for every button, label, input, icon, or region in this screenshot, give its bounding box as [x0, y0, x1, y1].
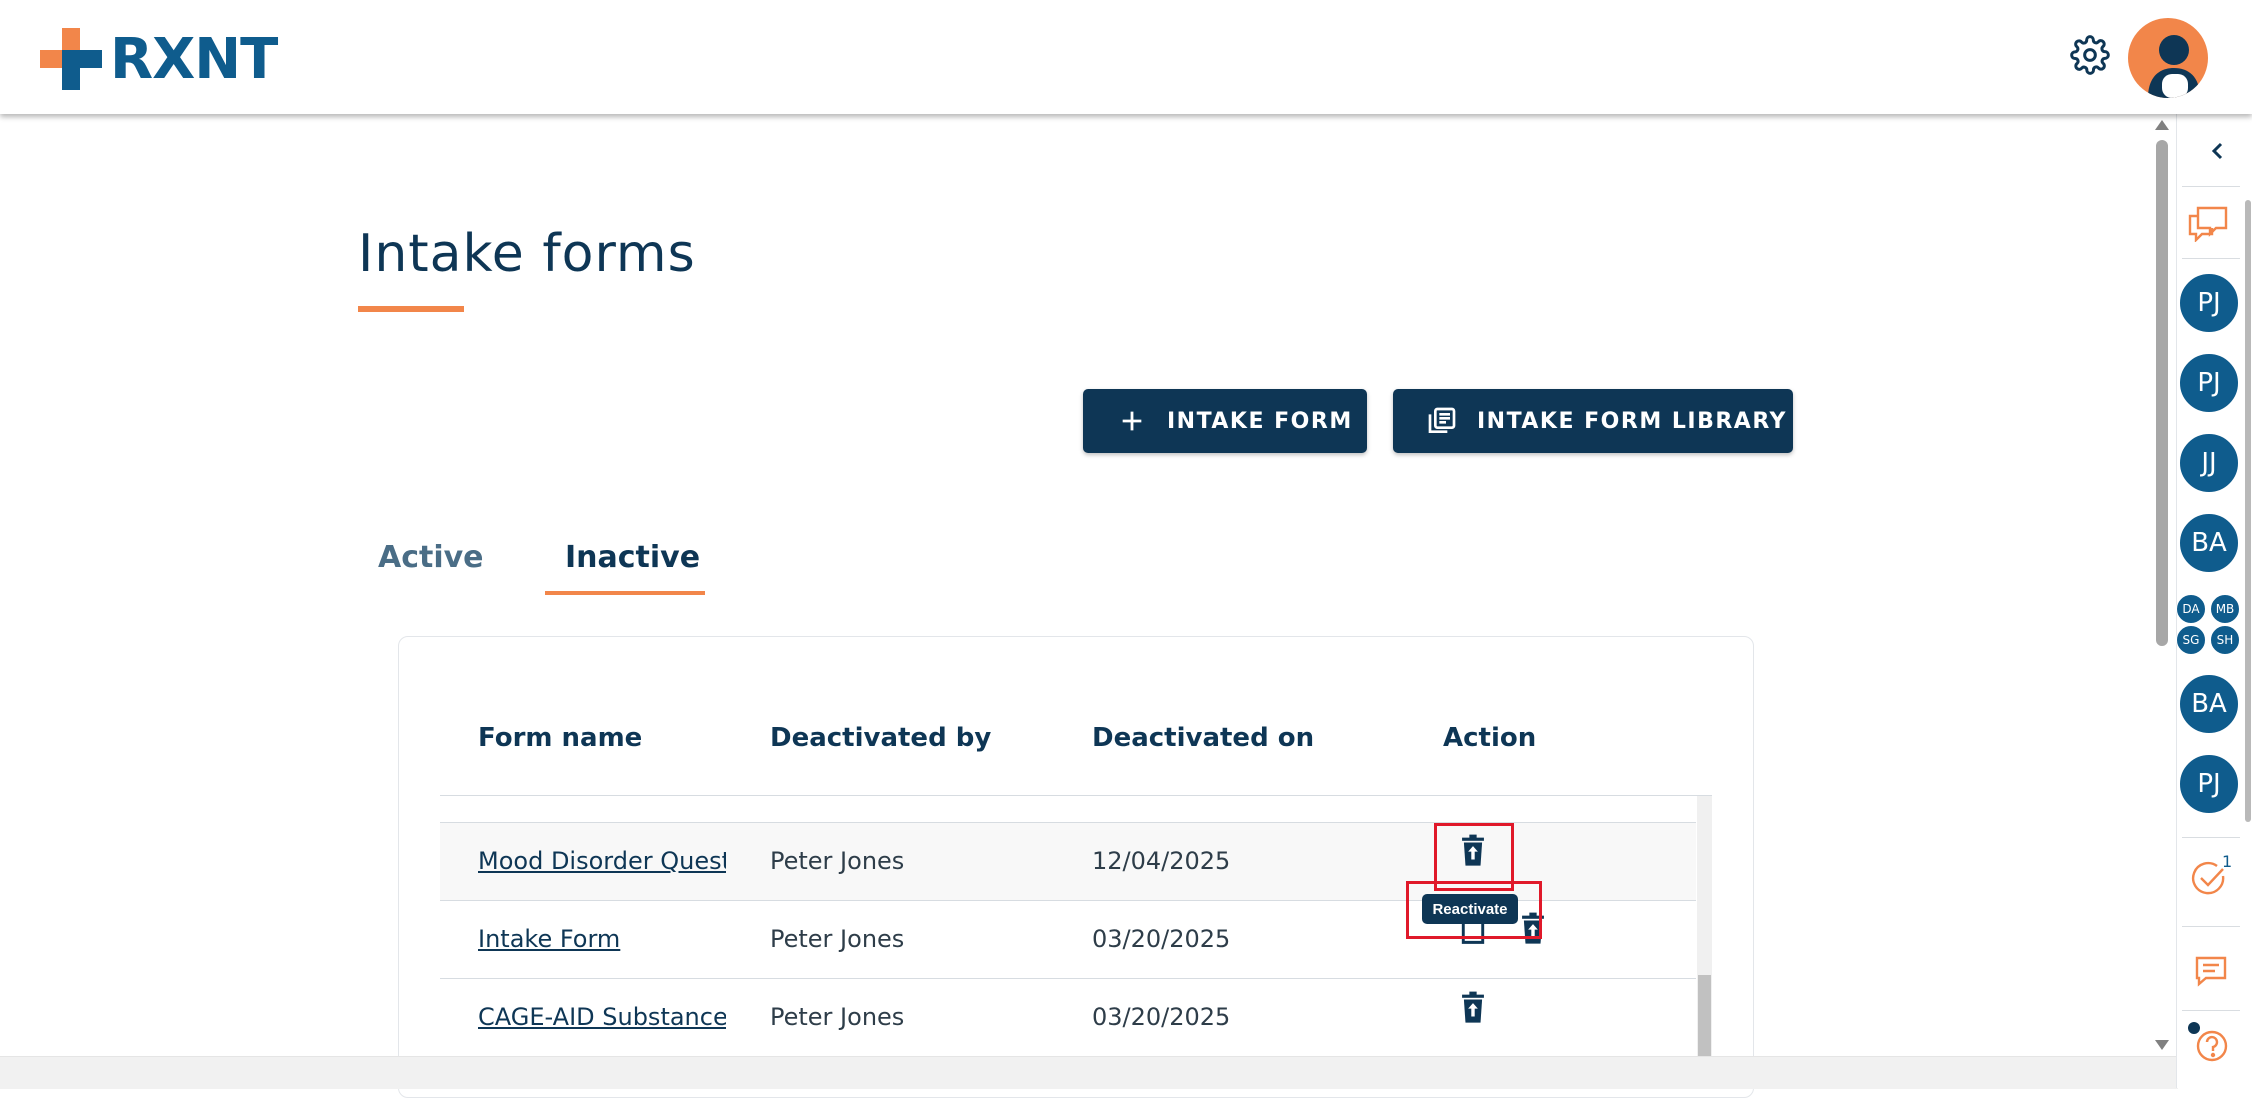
add-intake-form-button[interactable]: INTAKE FORM	[1083, 389, 1367, 453]
group-avatar[interactable]: MB	[2210, 594, 2240, 624]
column-header-action: Action	[1443, 723, 1537, 753]
tab-active[interactable]: Active	[378, 540, 484, 575]
horizontal-scrollbar[interactable]	[0, 1056, 2178, 1089]
chat-avatar[interactable]: PJ	[2178, 352, 2240, 414]
scroll-down-arrow-icon[interactable]	[2155, 1040, 2169, 1050]
deactivated-by-cell: Peter Jones	[770, 925, 905, 953]
deactivated-by-cell: Peter Jones	[770, 1003, 905, 1031]
group-avatar[interactable]: SG	[2176, 625, 2206, 655]
table-scrollbar-thumb[interactable]	[1698, 975, 1711, 1059]
rail-divider	[2182, 926, 2240, 927]
chat-bubbles-icon[interactable]	[2186, 202, 2230, 242]
rail-scrollbar-thumb[interactable]	[2245, 200, 2251, 822]
page-scrollbar-thumb[interactable]	[2156, 140, 2168, 646]
column-header-deactivated-on[interactable]: Deactivated on	[1092, 723, 1314, 753]
intake-form-library-label: INTAKE FORM LIBRARY	[1477, 408, 1787, 434]
tab-selected-indicator	[545, 591, 705, 595]
reactivate-icon[interactable]	[1458, 991, 1488, 1025]
chevron-left-icon[interactable]	[2206, 139, 2230, 163]
page-title: Intake forms	[358, 224, 696, 284]
library-icon	[1423, 402, 1461, 440]
scroll-up-arrow-icon[interactable]	[2155, 120, 2169, 130]
chat-avatar[interactable]: BA	[2178, 512, 2240, 574]
notification-dot	[2188, 1022, 2200, 1034]
user-avatar-icon[interactable]	[2128, 18, 2208, 98]
rail-divider	[2182, 837, 2240, 838]
deactivated-on-cell: 03/20/2025	[1092, 1003, 1231, 1031]
column-header-deactivated-by[interactable]: Deactivated by	[770, 723, 991, 753]
deactivated-by-cell: Peter Jones	[770, 847, 905, 875]
chat-avatar[interactable]: PJ	[2178, 272, 2240, 334]
group-avatar[interactable]: DA	[2176, 594, 2206, 624]
rxnt-logo[interactable]: RXNT	[40, 26, 278, 92]
add-intake-form-label: INTAKE FORM	[1167, 408, 1353, 434]
intake-form-library-button[interactable]: INTAKE FORM LIBRARY	[1393, 389, 1793, 453]
tab-inactive[interactable]: Inactive	[565, 540, 700, 575]
group-avatar[interactable]: SH	[2210, 625, 2240, 655]
tasks-count-badge: 1	[2222, 852, 2233, 871]
chat-avatar[interactable]: BA	[2178, 673, 2240, 735]
chat-avatar[interactable]: JJ	[2178, 432, 2240, 494]
app-header: RXNT	[0, 0, 2252, 114]
chat-avatar[interactable]: PJ	[2178, 753, 2240, 815]
rail-divider	[2182, 258, 2240, 259]
form-name-link[interactable]: Mood Disorder Questionnaire	[478, 847, 726, 875]
deactivated-on-cell: 03/20/2025	[1092, 925, 1231, 953]
form-name-link[interactable]: Intake Form	[478, 925, 726, 953]
column-header-form-name[interactable]: Form name	[478, 723, 642, 753]
gear-icon[interactable]	[2070, 35, 2110, 75]
reactivate-tooltip: Reactivate	[1422, 894, 1518, 924]
rail-divider	[2182, 1010, 2240, 1011]
plus-icon	[1113, 402, 1151, 440]
table-row	[440, 796, 1696, 823]
logo-cross-icon	[40, 28, 102, 90]
rail-divider	[2182, 186, 2240, 187]
message-icon[interactable]	[2194, 955, 2228, 987]
table-row: CAGE-AID Substance Abuse Peter Jones 03/…	[440, 979, 1696, 1057]
logo-text: RXNT	[110, 26, 278, 92]
title-underline	[358, 306, 464, 312]
deactivated-on-cell: 12/04/2025	[1092, 847, 1231, 875]
form-name-link[interactable]: CAGE-AID Substance Abuse	[478, 1003, 726, 1031]
